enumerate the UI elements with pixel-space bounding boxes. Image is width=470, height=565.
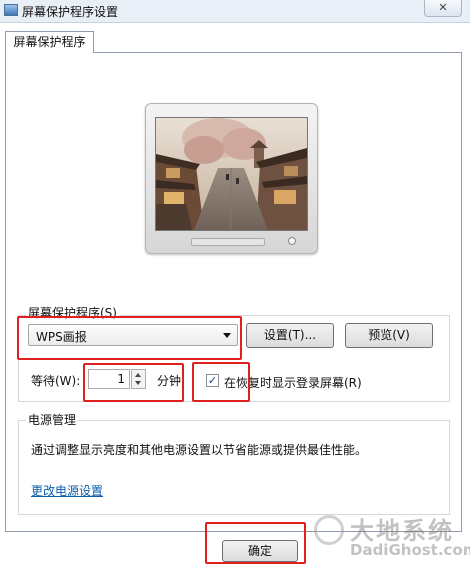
highlight-select bbox=[17, 316, 242, 360]
wait-label: 等待(W): bbox=[31, 374, 81, 388]
tab-screensaver[interactable]: 屏幕保护程序 bbox=[5, 31, 94, 53]
monitor-bezel-bar bbox=[191, 238, 265, 246]
settings-button[interactable]: 设置(T)... bbox=[246, 323, 334, 348]
screensaver-app-icon bbox=[4, 4, 18, 16]
change-power-settings-link[interactable]: 更改电源设置 bbox=[31, 482, 103, 499]
power-description: 通过调整显示亮度和其他电源设置以节省能源或提供最佳性能。 bbox=[31, 443, 368, 457]
power-group bbox=[18, 420, 450, 515]
site-watermark: 大地系统 DadiGhost.com bbox=[314, 509, 470, 561]
highlight-checkbox bbox=[192, 362, 250, 402]
monitor-power-indicator bbox=[288, 237, 296, 245]
power-group-label: 电源管理 bbox=[26, 411, 79, 428]
watermark-logo-icon bbox=[314, 515, 344, 545]
title-bar: 屏幕保护程序设置 ✕ bbox=[0, 0, 470, 23]
window-title: 屏幕保护程序设置 bbox=[22, 5, 119, 19]
preview-screen bbox=[155, 117, 308, 231]
preview-button[interactable]: 预览(V) bbox=[345, 323, 433, 348]
highlight-ok bbox=[205, 522, 306, 564]
highlight-wait bbox=[83, 363, 184, 402]
watermark-en-text: DadiGhost.com bbox=[350, 541, 470, 559]
monitor-preview bbox=[145, 103, 318, 254]
preview-image bbox=[156, 118, 307, 230]
close-button[interactable]: ✕ bbox=[424, 0, 462, 17]
